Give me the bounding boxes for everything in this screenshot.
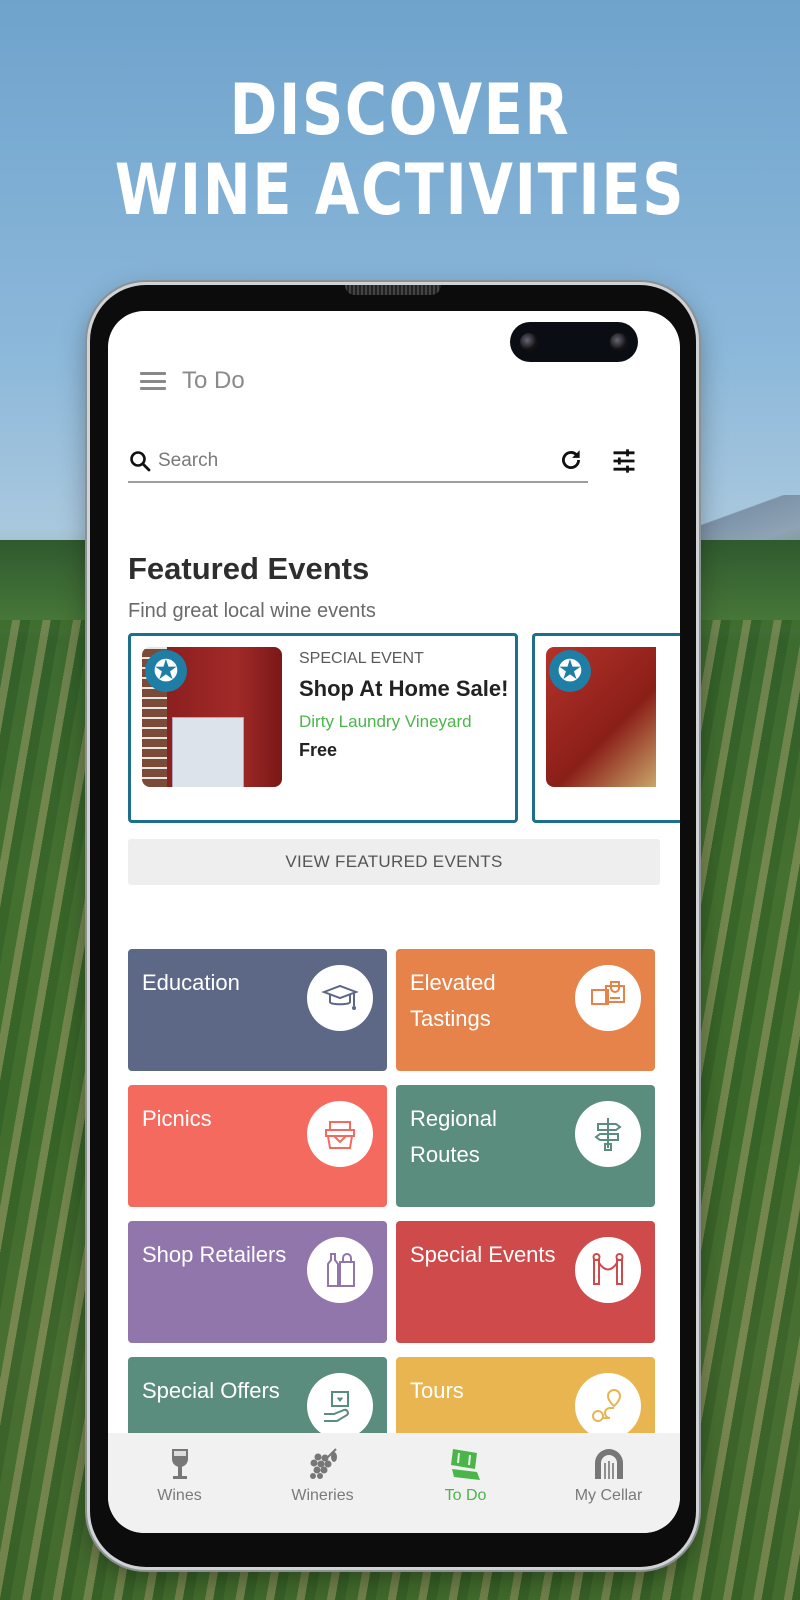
category-label: Regional Routes [410,1106,497,1167]
event-name: Shop At Home Sale! [299,676,509,701]
camera-lens-icon [520,333,538,351]
category-tile-special-events[interactable]: Special Events [396,1221,655,1343]
search-bar [128,441,588,483]
event-image: ✪ [142,647,282,787]
tickets-icon [450,1449,480,1480]
cellar-icon [594,1449,623,1479]
picnic-basket-icon [307,1101,373,1167]
category-tile-education[interactable]: Education [128,949,387,1071]
category-tile-regional-routes[interactable]: Regional Routes [396,1085,655,1207]
event-price: Free [299,740,338,760]
category-label: Special Events [410,1242,556,1267]
featured-event-card-next[interactable]: ✪ [532,633,680,823]
bottle-bag-icon [307,1237,373,1303]
featured-events-heading: Featured Events [128,551,370,586]
app-screen: To Do Featured Events Find great local w… [108,311,680,1533]
gift-hand-icon [307,1373,373,1439]
refresh-icon[interactable] [558,447,584,473]
event-category: SPECIAL EVENT [299,650,424,667]
category-tile-shop-retailers[interactable]: Shop Retailers [128,1221,387,1343]
phone-frame: To Do Featured Events Find great local w… [90,285,696,1567]
page-title: To Do [182,367,245,394]
wine-glass-icon [171,1449,188,1479]
category-label: Education [142,970,240,995]
view-featured-events-button[interactable]: VIEW FEATURED EVENTS [128,839,660,885]
velvet-rope-icon [575,1237,641,1303]
camera-lens-icon [610,333,628,351]
signpost-icon [575,1101,641,1167]
front-camera [510,322,638,362]
event-venue[interactable]: Dirty Laundry Vineyard [299,712,508,732]
tasting-chat-icon [575,965,641,1031]
featured-events-subheading: Find great local wine events [128,600,376,622]
category-label: Tours [410,1378,464,1403]
featured-event-card[interactable]: ✪ SPECIAL EVENT Shop At Home Sale! Dirty… [128,633,518,823]
search-input[interactable] [156,449,540,473]
route-pin-icon [575,1373,641,1439]
hero-line-1: DISCOVER [229,69,571,151]
bottom-tab-bar: Wines Wineries To Do My Cellar [108,1433,680,1533]
phone-speaker [345,285,441,295]
event-image: ✪ [546,647,656,787]
star-badge-icon: ✪ [145,650,187,692]
app-bar: To Do [140,367,245,395]
tab-my-cellar[interactable]: My Cellar [537,1433,680,1533]
hero-title: DISCOVER WINE ACTIVITIES [72,70,728,230]
grapes-icon [309,1448,337,1479]
category-label: Shop Retailers [142,1242,287,1267]
graduation-cap-icon [307,965,373,1031]
tab-label: To Do [444,1487,487,1504]
hamburger-menu-icon[interactable] [140,372,166,390]
category-label: Picnics [142,1106,212,1131]
category-tile-picnics[interactable]: Picnics [128,1085,387,1207]
hero-line-2: WINE ACTIVITIES [114,149,686,231]
tab-wines[interactable]: Wines [108,1433,251,1533]
category-tile-elevated-tastings[interactable]: Elevated Tastings [396,949,655,1071]
tab-wineries[interactable]: Wineries [251,1433,394,1533]
search-icon [130,451,151,472]
filter-sliders-icon[interactable] [610,447,638,475]
tab-label: Wineries [291,1487,354,1504]
category-label: Special Offers [142,1378,280,1403]
category-label: Elevated Tastings [410,970,496,1031]
tab-label: Wines [157,1487,202,1504]
star-badge-icon: ✪ [549,650,591,692]
tab-to-do[interactable]: To Do [394,1433,537,1533]
tab-label: My Cellar [574,1487,643,1504]
